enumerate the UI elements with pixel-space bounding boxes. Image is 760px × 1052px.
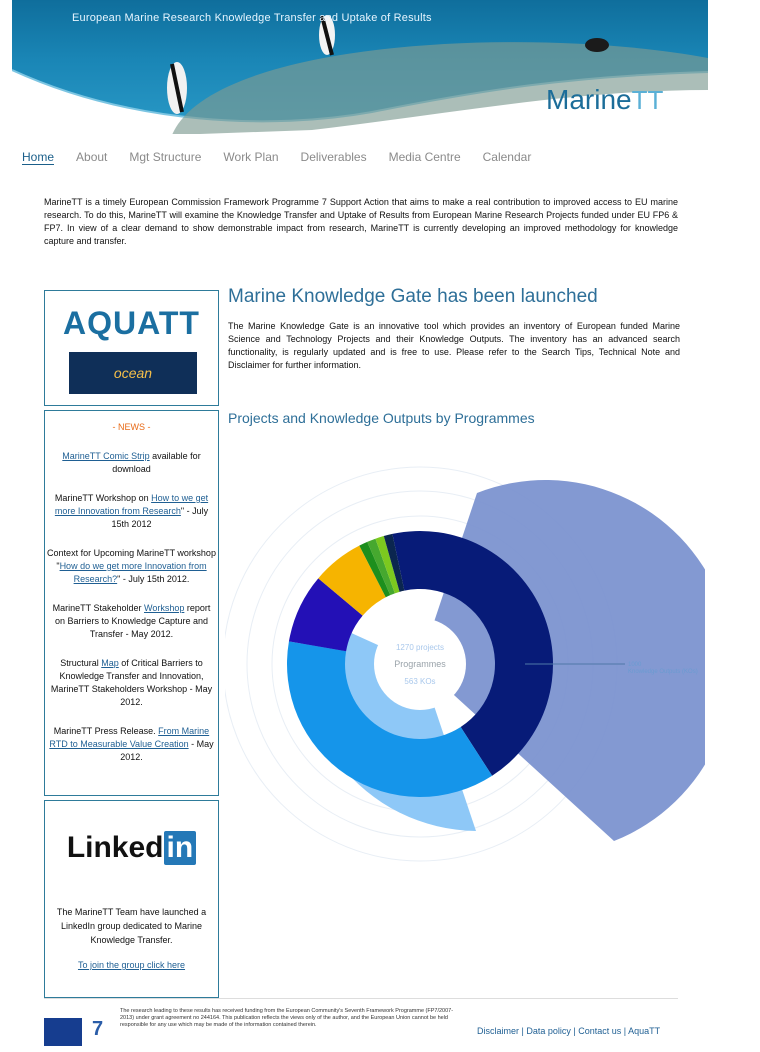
banner-title: European Marine Research Knowledge Trans… <box>72 12 432 24</box>
intro-paragraph: MarineTT is a timely European Commission… <box>44 197 678 246</box>
nav-home[interactable]: Home <box>22 150 55 165</box>
eu-flag-icon <box>44 1018 82 1046</box>
nav-media-centre[interactable]: Media Centre <box>389 150 461 165</box>
news-link[interactable]: MarineTT Comic Strip <box>62 451 149 461</box>
news-link[interactable]: Workshop <box>144 603 184 613</box>
news-pre: MarineTT Press Release. <box>53 726 159 736</box>
news-pre: Structural <box>60 658 102 668</box>
news-item: Context for Upcoming MarineTT workshop "… <box>47 547 216 586</box>
news-panel: - NEWS - MarineTT Comic Strip available … <box>44 410 219 796</box>
axis-max: 1000 <box>628 662 642 668</box>
logo-text: Marine <box>546 84 632 115</box>
footer-links[interactable]: Disclaimer | Data policy | Contact us | … <box>477 1026 660 1036</box>
ocean-logo[interactable]: ocean <box>69 352 197 394</box>
linkedin-logo[interactable]: Linked in <box>45 831 218 865</box>
nav-work-plan[interactable]: Work Plan <box>223 150 278 165</box>
news-item: Structural Map of Critical Barriers to K… <box>47 657 216 709</box>
linkedin-join-link[interactable]: To join the group click here <box>78 960 185 970</box>
center-kos: 563 KOs <box>404 677 435 686</box>
nav-mgt-structure[interactable]: Mgt Structure <box>129 150 201 165</box>
center-programmes: Programmes <box>394 659 446 669</box>
aquatt-logo[interactable]: AQUATT <box>45 305 218 342</box>
linkedin-description: The MarineTT Team have launched a Linked… <box>56 907 207 945</box>
axis-label: Knowledge Outputs (KOs) <box>628 669 698 675</box>
main-content: Marine Knowledge Gate has been launched … <box>228 286 680 372</box>
programme-sunburst-chart[interactable]: 1000 Knowledge Outputs (KOs) 1270 projec… <box>225 437 705 867</box>
main-navigation: Home About Mgt Structure Work Plan Deliv… <box>22 150 531 165</box>
footer-logos: 7 <box>44 1018 122 1046</box>
news-pre: MarineTT Stakeholder <box>52 603 144 613</box>
center-projects: 1270 projects <box>396 643 444 652</box>
news-item: MarineTT Stakeholder Workshop report on … <box>47 602 216 641</box>
nav-calendar[interactable]: Calendar <box>483 150 532 165</box>
news-item: MarineTT Press Release. From Marine RTD … <box>47 725 216 764</box>
linkedin-in-icon: in <box>163 831 197 865</box>
news-item: MarineTT Workshop on How to we get more … <box>47 492 216 531</box>
news-pre: MarineTT Workshop on <box>54 493 152 503</box>
chart-title: Projects and Knowledge Outputs by Progra… <box>228 410 535 426</box>
news-item: MarineTT Comic Strip available for downl… <box>47 450 216 476</box>
partner-logos: AQUATT ocean <box>44 290 219 406</box>
marinett-logo[interactable]: MarineTT <box>546 84 663 116</box>
sidebar: AQUATT ocean - NEWS - MarineTT Comic Str… <box>44 290 219 998</box>
nav-about[interactable]: About <box>76 150 107 165</box>
fp7-icon: 7 <box>92 1018 104 1040</box>
news-title: - NEWS - <box>112 422 151 432</box>
linkedin-panel: Linked in The MarineTT Team have launched… <box>44 800 219 998</box>
page-title: Marine Knowledge Gate has been launched <box>228 286 598 307</box>
logo-mark: TT <box>631 85 664 115</box>
header-banner: European Marine Research Knowledge Trans… <box>12 0 708 134</box>
footer-divider <box>44 998 678 999</box>
news-text: " - July 15th 2012. <box>117 574 190 584</box>
main-description: The Marine Knowledge Gate is an innovati… <box>228 321 680 370</box>
news-link[interactable]: Map <box>101 658 119 668</box>
footer-disclaimer: The research leading to these results ha… <box>120 1008 454 1028</box>
nav-deliverables[interactable]: Deliverables <box>301 150 367 165</box>
